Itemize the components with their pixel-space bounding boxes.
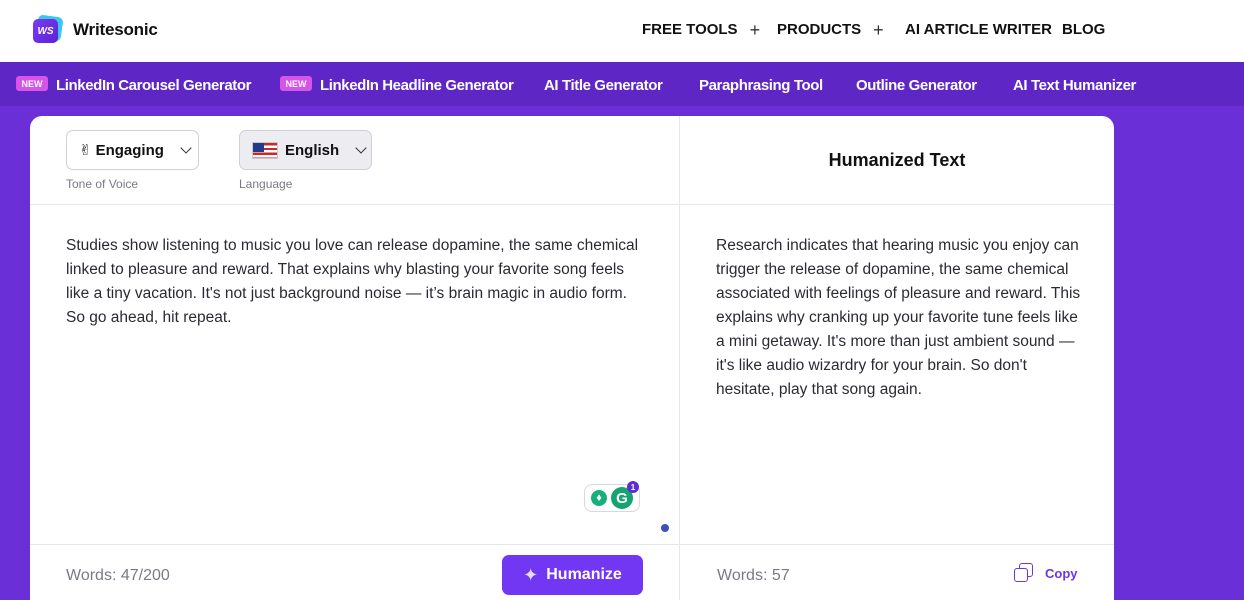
tone-value: Engaging — [95, 141, 164, 159]
language-dropdown[interactable]: English — [239, 130, 372, 170]
writesonic-logo-icon[interactable]: WS — [33, 14, 64, 44]
copy-icon-front — [1014, 568, 1028, 582]
humanized-output-text: Research indicates that hearing music yo… — [716, 237, 1081, 398]
input-textarea[interactable]: Studies show listening to music you love… — [66, 234, 646, 330]
panel-divider — [679, 116, 680, 600]
copy-button[interactable]: Copy — [1014, 563, 1078, 583]
language-value: English — [285, 141, 340, 159]
output-word-count: Words: 57 — [717, 567, 790, 584]
top-header: WS Writesonic FREE TOOLS + PRODUCTS + AI… — [0, 0, 1244, 62]
lightbulb-icon: ♦ — [591, 490, 607, 506]
tone-of-voice-dropdown[interactable]: ✌ Engaging — [66, 130, 199, 170]
plus-icon: + — [873, 19, 884, 40]
victory-hand-icon: ✌ — [79, 142, 92, 159]
chevron-down-icon — [355, 142, 367, 154]
plus-icon: + — [749, 19, 761, 40]
chevron-down-icon — [180, 142, 192, 154]
status-dot — [661, 524, 669, 532]
input-word-count: Words: 47/200 — [66, 567, 170, 584]
nav-free-tools[interactable]: FREE TOOLS + — [642, 19, 761, 40]
nav-ai-article-writer[interactable]: AI ARTICLE WRITER — [905, 21, 1052, 38]
tone-of-voice-label: Tone of Voice — [66, 177, 139, 191]
grammarly-icon: G 1 — [611, 481, 639, 509]
brand-name[interactable]: Writesonic — [73, 20, 158, 40]
us-flag-icon — [252, 141, 278, 159]
nav-products[interactable]: PRODUCTS + — [777, 19, 884, 40]
sparkle-icon: ✦ — [523, 564, 539, 585]
tool-ai-text-humanizer[interactable]: AI Text Humanizer — [1013, 77, 1136, 94]
flag-canton — [253, 142, 264, 152]
humanize-button-label: Humanize — [546, 566, 622, 583]
nav-blog-label: BLOG — [1062, 21, 1106, 38]
nav-blog[interactable]: BLOG — [1062, 21, 1105, 38]
header-divider — [30, 204, 1114, 205]
footer-divider — [30, 544, 1114, 545]
tool-linkedin-carousel-generator[interactable]: LinkedIn Carousel Generator — [56, 77, 251, 94]
logo-front-tile: WS — [33, 19, 58, 43]
humanizer-card: ✌ Engaging Tone of Voice English Languag… — [30, 116, 1114, 600]
tool-ai-title-generator[interactable]: AI Title Generator — [544, 77, 663, 94]
tool-outline-generator[interactable]: Outline Generator — [856, 77, 977, 94]
language-label: Language — [239, 177, 293, 191]
grammarly-count-badge: 1 — [627, 481, 639, 493]
grammarly-widget[interactable]: ♦ G 1 — [584, 481, 640, 512]
copy-button-label: Copy — [1045, 565, 1078, 581]
new-badge: NEW — [16, 76, 48, 91]
nav-free-tools-label: FREE TOOLS — [642, 21, 738, 38]
grammarly-letter: G — [616, 489, 628, 507]
humanize-button[interactable]: ✦ Humanize — [502, 555, 643, 595]
nav-ai-article-writer-label: AI ARTICLE WRITER — [905, 21, 1052, 38]
tool-linkedin-headline-generator[interactable]: LinkedIn Headline Generator — [320, 77, 514, 94]
new-badge: NEW — [280, 76, 312, 91]
nav-products-label: PRODUCTS — [777, 21, 862, 38]
tool-paraphrasing-tool[interactable]: Paraphrasing Tool — [699, 77, 823, 94]
copy-icon — [1014, 563, 1034, 583]
humanized-text-title: Humanized Text — [828, 150, 966, 170]
